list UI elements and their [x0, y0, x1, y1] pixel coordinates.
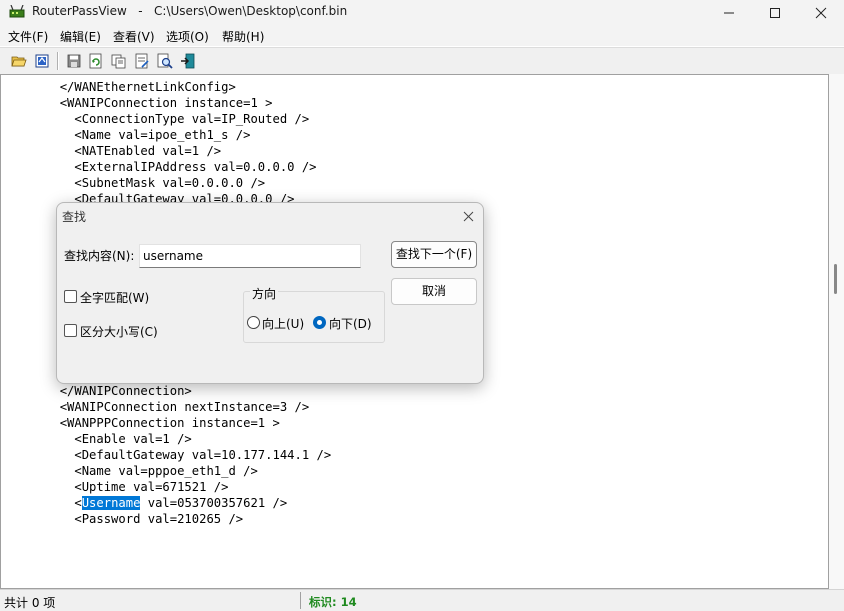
match-case-checkbox[interactable]: [64, 324, 77, 337]
toolbar-separator: [57, 52, 59, 70]
menu-options[interactable]: 选项(O): [166, 28, 209, 45]
cancel-button[interactable]: 取消: [391, 278, 477, 305]
exit-button[interactable]: [178, 51, 198, 71]
minimize-button[interactable]: [706, 0, 752, 25]
find-dialog: 查找 查找内容(N): 查找下一个(F) 取消 全字匹配(W) 区分大小写(C)…: [56, 202, 484, 384]
save-icon: [67, 54, 81, 68]
status-bar: 共计 0 项 标识: 14: [0, 589, 844, 611]
whole-word-checkbox[interactable]: [64, 290, 77, 303]
status-count: 共计 0 项: [4, 596, 56, 610]
menu-file[interactable]: 文件(F): [8, 28, 48, 45]
router-icon: [9, 4, 25, 19]
menu-help[interactable]: 帮助(H): [222, 28, 264, 45]
save-button[interactable]: [64, 51, 84, 71]
code-line: </WANEthernetLinkConfig>: [1, 80, 236, 94]
code-line: <DefaultGateway val=10.177.144.1 />: [1, 448, 332, 462]
minimize-icon: [724, 12, 734, 14]
code-line-match: <Username val=053700357621 />: [1, 495, 287, 511]
code-line: <WANIPConnection instance=1 >: [1, 96, 273, 110]
match-case-label[interactable]: 区分大小写(C): [80, 323, 158, 340]
menu-bar: 文件(F) 编辑(E) 查看(V) 选项(O) 帮助(H): [0, 25, 844, 46]
dialog-close-button[interactable]: [457, 207, 481, 227]
find-label: 查找内容(N):: [64, 249, 135, 263]
match-suffix: val=053700357621 />: [140, 496, 288, 510]
direction-down-radio[interactable]: [313, 316, 326, 329]
close-button[interactable]: [798, 0, 844, 25]
direction-up-radio[interactable]: [247, 316, 260, 329]
window-title: RouterPassView - C:\Users\Owen\Desktop\c…: [32, 4, 348, 18]
code-line: <ConnectionType val=IP_Routed />: [1, 112, 310, 126]
refresh-icon: [89, 53, 102, 69]
search-match-highlight: Username: [81, 496, 141, 510]
code-line: <NATEnabled val=1 />: [1, 144, 222, 158]
find-dialog-title: 查找: [62, 210, 87, 224]
status-divider: [300, 592, 301, 609]
maximize-button[interactable]: [752, 0, 798, 25]
toolbar: [0, 47, 844, 75]
title-bar: RouterPassView - C:\Users\Owen\Desktop\c…: [0, 0, 844, 25]
code-line: <WANIPConnection nextInstance=3 />: [1, 400, 310, 414]
code-line: <Enable val=1 />: [1, 432, 192, 446]
close-icon: [463, 211, 474, 222]
direction-up-label[interactable]: 向上(U): [262, 315, 304, 332]
code-line: </WANIPConnection>: [1, 384, 192, 398]
find-icon: [157, 53, 173, 69]
find-button[interactable]: [155, 51, 175, 71]
refresh-button[interactable]: [86, 51, 106, 71]
scroll-thumb[interactable]: [834, 264, 837, 294]
maximize-icon: [770, 8, 780, 18]
open-file-button[interactable]: [32, 51, 52, 71]
whole-word-label[interactable]: 全字匹配(W): [80, 289, 149, 306]
code-line: <Uptime val=671521 />: [1, 480, 229, 494]
menu-view[interactable]: 查看(V): [113, 28, 155, 45]
open-file-icon: [35, 54, 49, 68]
properties-button[interactable]: [132, 51, 152, 71]
code-line: <WANPPPConnection instance=1 >: [1, 416, 280, 430]
code-line: <ExternalIPAddress val=0.0.0.0 />: [1, 160, 317, 174]
status-marked: 标识: 14: [309, 595, 357, 609]
direction-title: 方向: [250, 285, 279, 302]
radio-selected-dot: [317, 320, 322, 325]
open-folder-icon: [11, 56, 27, 67]
direction-down-label[interactable]: 向下(D): [329, 315, 372, 332]
code-line: <SubnetMask val=0.0.0.0 />: [1, 176, 266, 190]
menu-edit[interactable]: 编辑(E): [60, 28, 101, 45]
open-folder-button[interactable]: [9, 51, 29, 71]
code-line: <Name val=ipoe_eth1_s />: [1, 128, 251, 142]
exit-icon: [181, 53, 195, 69]
close-icon: [815, 7, 827, 19]
copy-button[interactable]: [109, 51, 129, 71]
code-line: <Name val=pppoe_eth1_d />: [1, 464, 258, 478]
find-next-button[interactable]: 查找下一个(F): [391, 241, 477, 268]
copy-icon: [111, 54, 126, 69]
match-prefix: <: [1, 496, 82, 510]
search-input[interactable]: [139, 244, 361, 268]
code-line: <Password val=210265 />: [1, 512, 244, 526]
vertical-scrollbar[interactable]: [829, 74, 844, 589]
properties-icon: [135, 53, 149, 69]
